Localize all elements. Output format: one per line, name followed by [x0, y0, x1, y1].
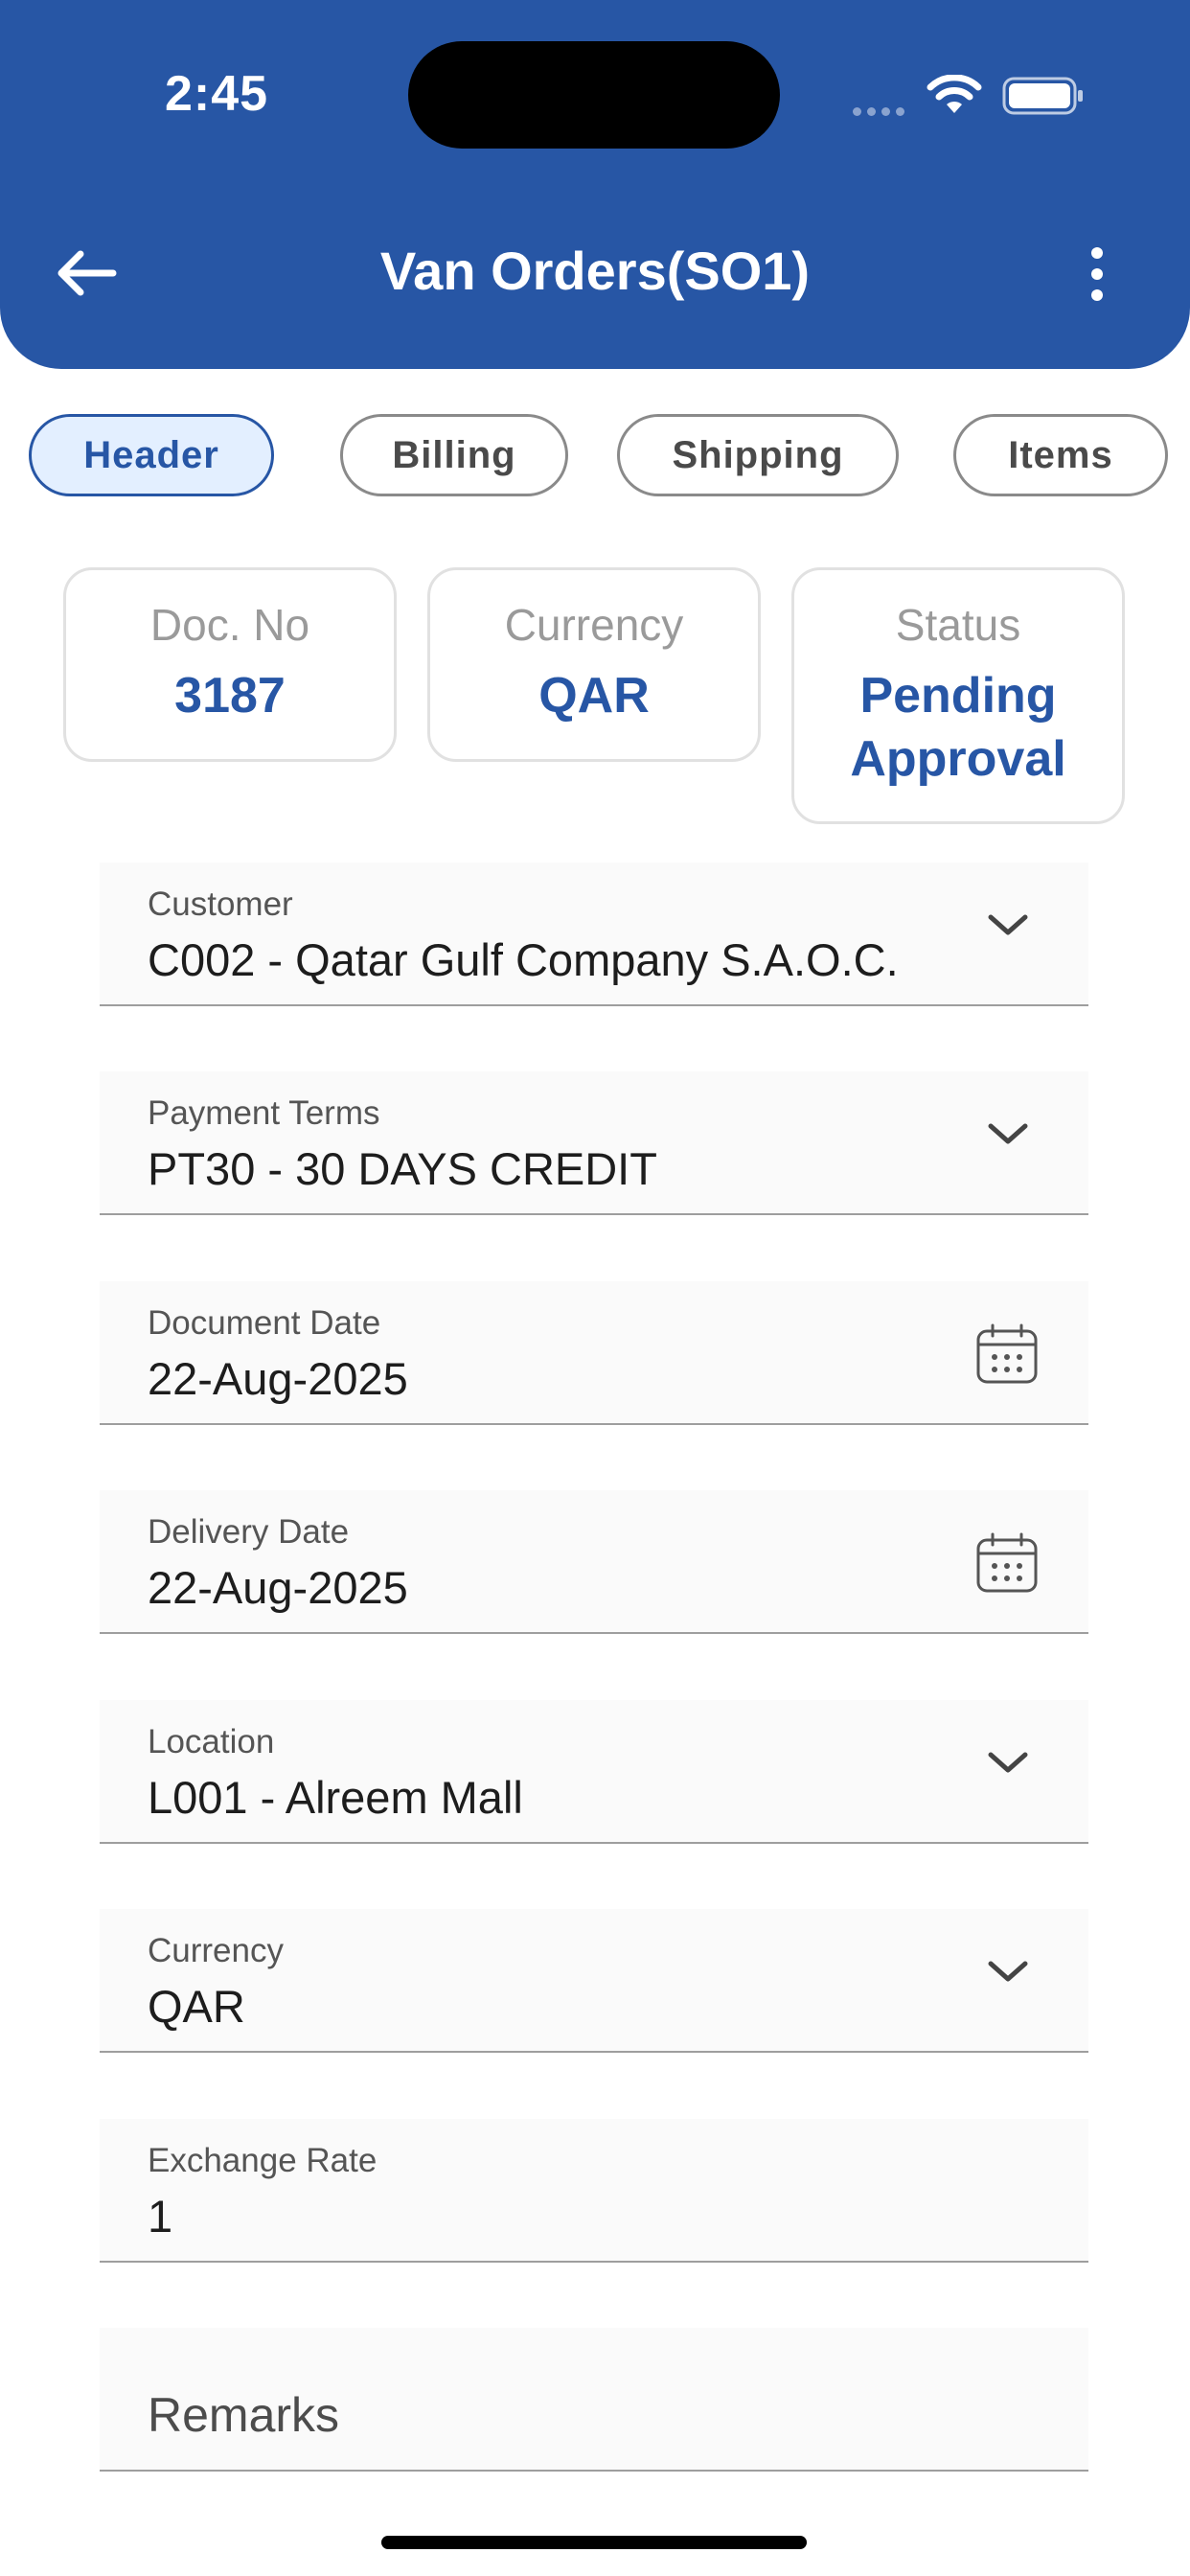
more-vertical-icon[interactable]	[1073, 247, 1121, 305]
chevron-down-icon	[988, 914, 1028, 935]
currency-card: Currency QAR	[427, 567, 761, 762]
currency-value: QAR	[538, 668, 650, 724]
chevron-down-icon	[988, 1961, 1028, 1982]
payment-terms-label: Payment Terms	[148, 1094, 380, 1132]
remarks-input[interactable]: Remarks	[100, 2328, 1088, 2472]
delivery-date-field[interactable]: Delivery Date 22-Aug-2025	[100, 1490, 1088, 1634]
calendar-icon[interactable]	[975, 1532, 1039, 1594]
tab-bar: Header Billing Shipping Items	[0, 414, 1190, 500]
chevron-down-icon	[988, 1752, 1028, 1773]
payment-terms-select[interactable]: Payment Terms PT30 - 30 DAYS CREDIT	[100, 1071, 1088, 1215]
exchange-rate-value: 1	[148, 2191, 173, 2242]
app-header: 2:45 Van Orders(SO1)	[0, 0, 1190, 369]
document-date-value: 22-Aug-2025	[148, 1353, 408, 1404]
location-value: L001 - Alreem Mall	[148, 1772, 523, 1823]
tab-billing[interactable]: Billing	[340, 414, 568, 496]
cellular-signal-icon	[853, 104, 910, 121]
exchange-rate-label: Exchange Rate	[148, 2142, 378, 2179]
document-date-field[interactable]: Document Date 22-Aug-2025	[100, 1281, 1088, 1425]
delivery-date-value: 22-Aug-2025	[148, 1562, 408, 1613]
status-card: Status Pending Approval	[791, 567, 1125, 824]
chevron-down-icon	[988, 1123, 1028, 1144]
remarks-placeholder: Remarks	[148, 2388, 340, 2442]
wifi-icon	[927, 75, 982, 113]
status-value-line2: Approval	[850, 731, 1066, 787]
status-value-line1: Pending	[859, 668, 1057, 724]
status-time: 2:45	[165, 66, 269, 122]
status-value: Pending Approval	[794, 664, 1122, 791]
customer-value: C002 - Qatar Gulf Company S.A.O.C.	[148, 934, 899, 985]
home-indicator[interactable]	[381, 2536, 807, 2549]
currency-label: Currency	[504, 600, 684, 650]
document-date-label: Document Date	[148, 1304, 381, 1342]
dynamic-island	[408, 41, 780, 149]
customer-label: Customer	[148, 886, 293, 923]
page-title: Van Orders(SO1)	[379, 241, 811, 301]
delivery-date-label: Delivery Date	[148, 1513, 350, 1551]
exchange-rate-input[interactable]: Exchange Rate 1	[100, 2119, 1088, 2263]
tab-header[interactable]: Header	[29, 414, 274, 496]
location-select[interactable]: Location L001 - Alreem Mall	[100, 1700, 1088, 1844]
payment-terms-value: PT30 - 30 DAYS CREDIT	[148, 1143, 657, 1194]
status-label: Status	[895, 600, 1021, 650]
tab-shipping[interactable]: Shipping	[617, 414, 899, 496]
location-label: Location	[148, 1723, 275, 1760]
currency-field-value: QAR	[148, 1981, 245, 2032]
customer-select[interactable]: Customer C002 - Qatar Gulf Company S.A.O…	[100, 862, 1088, 1006]
tab-items[interactable]: Items	[953, 414, 1168, 496]
doc-no-label: Doc. No	[149, 600, 310, 650]
doc-no-value: 3187	[174, 668, 286, 724]
calendar-icon[interactable]	[975, 1323, 1039, 1385]
battery-icon	[1002, 77, 1083, 115]
doc-no-card: Doc. No 3187	[63, 567, 397, 762]
currency-select[interactable]: Currency QAR	[100, 1909, 1088, 2053]
currency-field-label: Currency	[148, 1932, 284, 1969]
